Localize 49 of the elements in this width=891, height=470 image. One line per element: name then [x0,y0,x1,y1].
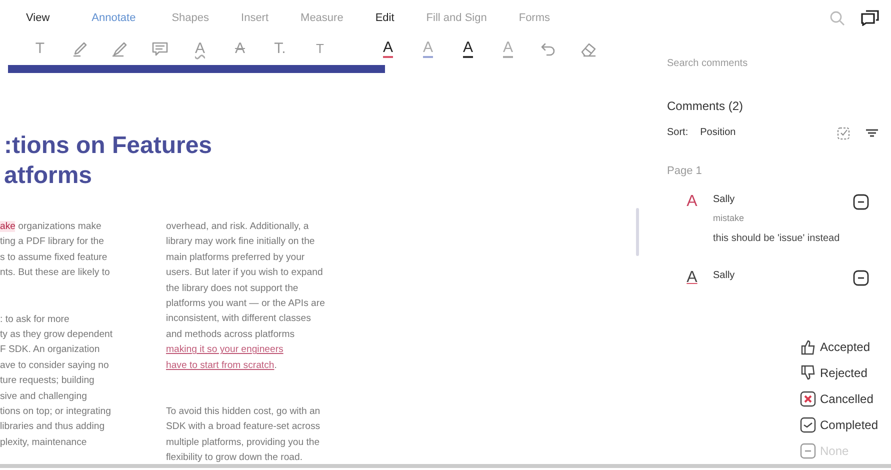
completed-icon [800,417,816,433]
document-heading: :tions on Features [4,131,214,161]
thumbs-down-icon [800,365,816,381]
comments-icon[interactable] [861,10,879,26]
text-tool-button[interactable]: T [20,38,60,60]
text-tool-button[interactable]: T. [260,38,300,60]
text-link[interactable]: have to start from scratch [166,360,274,371]
text-tool-button[interactable]: A [368,38,408,60]
status-icon[interactable] [853,194,869,210]
menu-tab[interactable]: Annotate [92,10,136,26]
text-tool-button[interactable]: A [220,38,260,60]
strikeout-annotation-icon: A [679,194,705,246]
search-icon[interactable] [829,10,845,26]
text-tool-button[interactable]: A [488,38,528,60]
select-icon[interactable] [837,126,851,140]
menu-tab[interactable]: Edit [375,10,394,26]
thumbs-up-icon [800,339,816,355]
comment-quote: mistake [713,212,746,224]
paragraph: : to ask for more ty as they grow dependent F SDK. An organization ave to consider saying no ture requests; building sive and challenging tions on top; or integrating libraries and thus adding plexity, maintenance [0,312,114,450]
paragraph: To avoid this hidden cost, go with an SDK with a broad feature-set across multiple platforms, providing you the flexibility to grow down the road. [166,405,322,466]
underline-annotation-icon: A [679,270,705,286]
comment-text: this should be 'issue' instead [713,232,841,246]
sort-label: Sort: [667,126,688,140]
status-menu-item[interactable]: Completed [800,412,878,438]
paragraph: overhead, and risk. Additionally, a library may work fine initially on the main platforms preferred by your users. But later if you wish to expand the library does not support the platforms you want — or the APIs are inconsistent, with different classes and methods across platforms making it so your engineers have to start from scratch. [166,220,326,373]
paragraph: ake organizations make ting a PDF library for the s to assume fixed feature nts. But these are likely to [0,220,111,280]
status-icon[interactable] [853,270,869,286]
filter-icon[interactable] [865,128,879,138]
highlighter-icon[interactable] [71,40,89,58]
status-menu-item[interactable]: Rejected [800,360,868,386]
document-heading: atforms [4,161,94,191]
comment-icon[interactable] [151,40,169,58]
text-tool-button[interactable]: A [408,38,448,60]
none-icon [800,443,816,459]
status-menu-item[interactable]: Cancelled [800,386,874,412]
pen-icon[interactable] [111,40,129,58]
comment-author: Sally [713,270,736,282]
text-link[interactable]: making it so your engineers [166,344,284,356]
comments-title: Comments (2) [667,98,744,115]
scrollbar[interactable] [636,208,639,256]
text-tool-button[interactable]: A [180,38,220,60]
sort-dropdown[interactable]: Position [700,125,736,140]
text-tool-button[interactable]: T [300,38,340,60]
menu-tab[interactable]: View [26,10,50,26]
page-label: Page 1 [667,164,703,179]
text-tool-button[interactable]: A [448,38,488,60]
cancelled-icon [800,391,816,407]
comment-author: Sally [713,194,736,206]
status-menu-item[interactable]: Accepted [800,334,870,360]
